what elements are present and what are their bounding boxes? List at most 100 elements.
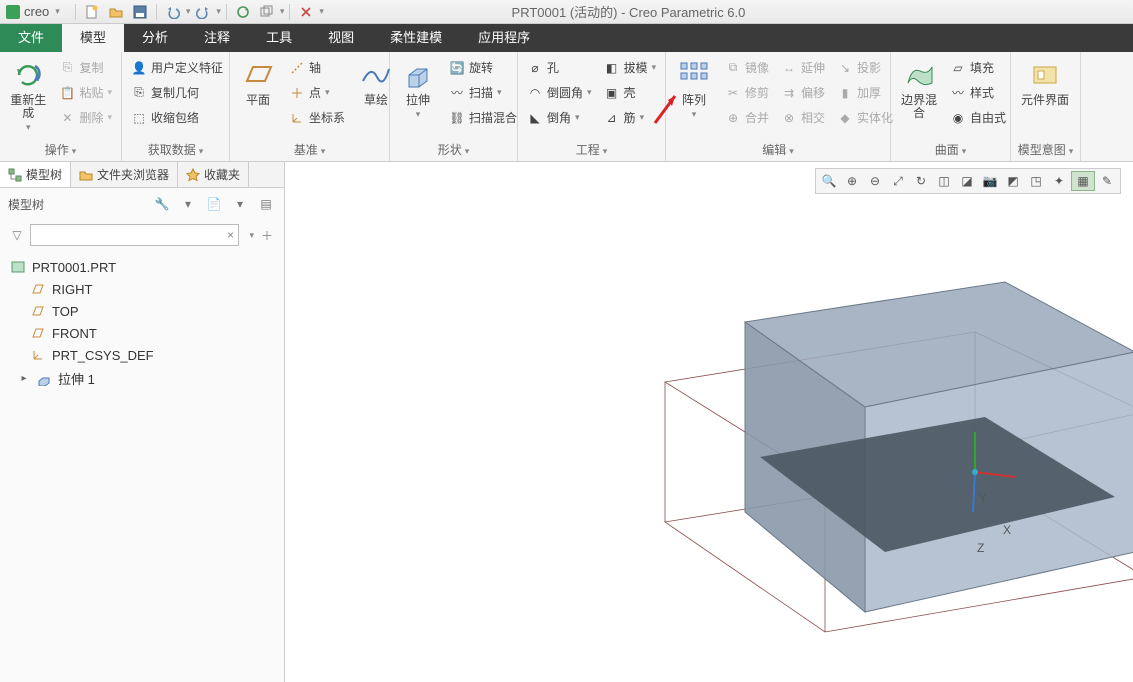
saved-view-button[interactable]: 📷 [979,171,1001,191]
plane-button[interactable]: 平面 [236,57,280,109]
undo-button[interactable] [162,2,184,22]
paste-icon: 📋 [59,85,75,101]
zoom-fit-button[interactable]: 🔍 [818,171,840,191]
tree-extrude1[interactable]: ▸拉伸 1 [6,366,278,391]
user-feature-icon: 👤 [131,60,147,76]
display2-button[interactable]: ◪ [956,171,978,191]
draft-button[interactable]: ◧拔模 ▾ [601,57,660,78]
chamfer-button[interactable]: ◣倒角 ▾ [524,107,595,128]
project-button[interactable]: ↘投影 [834,57,896,78]
add-filter-button[interactable]: ＋ [258,226,276,244]
settings-button[interactable]: 📄 [204,194,224,214]
shell-button[interactable]: ▣壳 [601,82,660,103]
fill-button[interactable]: ▱填充 [947,57,1009,78]
undo-dropdown[interactable]: ▾ [186,6,191,17]
tool-dropdown[interactable]: ▾ [178,194,198,214]
axis-button[interactable]: 轴 [286,57,348,78]
round-button[interactable]: ◠倒圆角 ▾ [524,82,595,103]
settings-dropdown[interactable]: ▾ [230,194,250,214]
hole-button[interactable]: ⌀孔 [524,57,595,78]
search-dropdown[interactable]: ▾ [249,230,254,241]
tool1-button[interactable]: 🔧 [152,194,172,214]
open-file-button[interactable] [105,2,127,22]
sweep-button[interactable]: 〰扫描 ▾ [446,82,520,103]
user-feature-button[interactable]: 👤用户定义特征 [128,57,226,78]
tab-model[interactable]: 模型 [62,24,124,52]
display3-button[interactable]: ◩ [1002,171,1024,191]
point-button[interactable]: 点 ▾ [286,82,348,103]
expand-icon[interactable]: ▸ [18,373,30,384]
mirror-button[interactable]: ⧉镜像 [722,57,772,78]
spin-button[interactable]: ↻ [910,171,932,191]
group-shapes-label: 形状 [438,143,462,157]
freeform-button[interactable]: ◉自由式 [947,107,1009,128]
boundary-button[interactable]: 边界混合 [897,57,941,122]
shrinkwrap-button[interactable]: ⬚收缩包络 [128,107,226,128]
compif-button[interactable]: 元件界面 [1017,57,1073,109]
tab-app[interactable]: 应用程序 [460,24,548,52]
zoom-out-button[interactable]: ⊖ [864,171,886,191]
display1-button[interactable]: ◫ [933,171,955,191]
sidebar-tab-modeltree[interactable]: 模型树 [0,162,71,187]
sweepblend-button[interactable]: ⛓扫描混合 [446,107,520,128]
merge-button[interactable]: ⊕合并 [722,107,772,128]
quick-access-toolbar: ▾ ▾ ▾ ▾ [66,2,324,22]
revolve-icon: 🔄 [449,60,465,76]
windows-button[interactable] [256,2,278,22]
layers-button[interactable]: ▤ [256,194,276,214]
copy-button[interactable]: ⎘复制 [56,57,115,78]
extrude-button[interactable]: 拉伸▾ [396,57,440,123]
tab-tools[interactable]: 工具 [248,24,310,52]
windows-dropdown[interactable]: ▾ [280,6,285,17]
content-area: 模型树 文件夹浏览器 收藏夹 模型树 🔧 ▾ 📄 ▾ ▤ ▽ × ▾ ＋ PRT… [0,162,1133,682]
tab-file[interactable]: 文件 [0,24,62,52]
rib-button[interactable]: ⊿筋 ▾ [601,107,660,128]
save-button[interactable] [129,2,151,22]
appearance-button[interactable]: ✦ [1048,171,1070,191]
revolve-button[interactable]: 🔄旋转 [446,57,520,78]
regenerate-button[interactable]: 重新生成▾ [6,57,50,136]
trim-button[interactable]: ✂修剪 [722,82,772,103]
perspective-button[interactable]: ◳ [1025,171,1047,191]
tab-flex[interactable]: 柔性建模 [372,24,460,52]
new-file-button[interactable] [81,2,103,22]
tree-csys[interactable]: PRT_CSYS_DEF [6,344,278,366]
viewport[interactable]: 🔍 ⊕ ⊖ ⤢ ↻ ◫ ◪ 📷 ◩ ◳ ✦ ▦ ✎ [285,162,1133,682]
group-surface-label: 曲面 [935,143,959,157]
filter-icon[interactable]: ▽ [8,226,26,244]
pattern-button[interactable]: 阵列▾ [672,57,716,123]
redo-icon [196,5,210,19]
annotation-display-button[interactable]: ✎ [1096,171,1118,191]
sidebar-tab-folder[interactable]: 文件夹浏览器 [71,162,178,187]
redo-dropdown[interactable]: ▾ [216,6,221,17]
solidify-icon: ◆ [837,110,853,126]
tab-analysis[interactable]: 分析 [124,24,186,52]
regen-button[interactable] [232,2,254,22]
tab-annotate[interactable]: 注释 [186,24,248,52]
refit-button[interactable]: ⤢ [887,171,909,191]
redo-button[interactable] [192,2,214,22]
search-input[interactable] [30,224,239,246]
offset-button[interactable]: ⇉偏移 [778,82,828,103]
tab-view[interactable]: 视图 [310,24,372,52]
intersect-button[interactable]: ⊗相交 [778,107,828,128]
tree-right[interactable]: RIGHT [6,278,278,300]
thicken-button[interactable]: ▮加厚 [834,82,896,103]
style-button[interactable]: 〰样式 [947,82,1009,103]
sidebar-tab-favorites[interactable]: 收藏夹 [178,162,249,187]
clear-search-button[interactable]: × [221,228,239,242]
chevron-down-icon[interactable]: ▾ [55,6,60,17]
tree-root[interactable]: PRT0001.PRT [6,256,278,278]
copy-geom-button[interactable]: ⎘复制几何 [128,82,226,103]
extend-button[interactable]: ↔延伸 [778,57,828,78]
close-window-button[interactable] [295,2,317,22]
tree-front[interactable]: FRONT [6,322,278,344]
display-style-button[interactable]: ▦ [1071,171,1095,191]
zoom-in-button[interactable]: ⊕ [841,171,863,191]
tree-top[interactable]: TOP [6,300,278,322]
csys-button[interactable]: 坐标系 [286,107,348,128]
delete-button[interactable]: ✕删除 ▾ [56,107,115,128]
solidify-button[interactable]: ◆实体化 [834,107,896,128]
ribbon-group-getdata: 👤用户定义特征 ⎘复制几何 ⬚收缩包络 获取数据▾ [122,52,230,161]
paste-button[interactable]: 📋粘贴 ▾ [56,82,115,103]
